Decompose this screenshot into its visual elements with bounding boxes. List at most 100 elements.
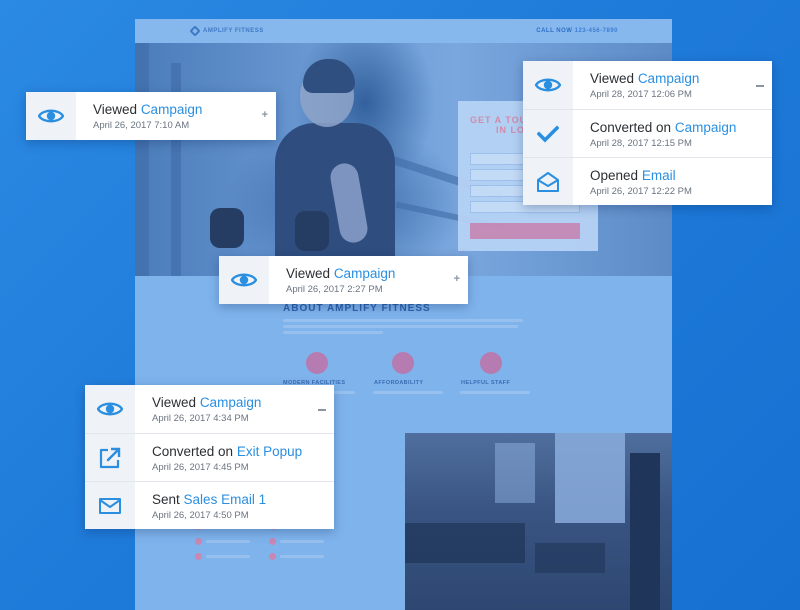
about-text [283, 331, 383, 334]
activity-text: Converted on Exit Popup April 26, 2017 4… [135, 434, 334, 481]
checklist-item [269, 553, 324, 560]
eye-icon [535, 78, 561, 92]
signup-title-line: IN LO [496, 125, 525, 135]
activity-text: Viewed Campaign April 26, 2017 7:10 AM [76, 92, 276, 140]
signup-title: GET A TOU IN LO [470, 115, 527, 135]
activity-icon-cell [219, 256, 269, 304]
call-now-label: CALL NOW [536, 28, 573, 34]
checklist-item [195, 553, 250, 560]
gym-window [495, 443, 535, 503]
activity-icon-cell [26, 92, 76, 140]
gym-window [555, 433, 625, 523]
phone-number: 123-456-7890 [574, 28, 618, 34]
activity-icon-cell [85, 434, 135, 481]
activity-timestamp: April 26, 2017 4:50 PM [152, 510, 249, 521]
minus-icon [756, 85, 764, 87]
activity-object-link[interactable]: Campaign [141, 102, 203, 117]
dumbbell-image [295, 211, 329, 251]
gym-machine [630, 453, 660, 610]
dumbbell-image [210, 208, 244, 248]
eye-icon [97, 402, 123, 416]
minus-icon [318, 409, 326, 411]
activity-object-link[interactable]: Exit Popup [237, 444, 302, 459]
activity-row[interactable]: Viewed Campaign April 26, 2017 4:34 PM − [85, 385, 334, 433]
activity-text: Viewed Campaign April 28, 2017 12:06 PM [573, 61, 772, 109]
activity-row[interactable]: Viewed Campaign April 28, 2017 12:06 PM … [523, 61, 772, 109]
about-text [283, 325, 518, 328]
gym-photo [405, 433, 672, 610]
activity-object-link[interactable]: Campaign [638, 71, 700, 86]
activity-verb: Viewed [590, 71, 635, 86]
activity-verb: Converted on [152, 444, 234, 459]
activity-title: Viewed Campaign [93, 102, 276, 118]
activity-object-link[interactable]: Campaign [334, 266, 396, 281]
activity-verb: Sent [152, 492, 180, 507]
about-heading: ABOUT AMPLIFY FITNESS [283, 303, 431, 314]
activity-text: Opened Email April 26, 2017 12:22 PM [573, 158, 772, 205]
checklist-item [195, 538, 250, 545]
activity-verb: Viewed [286, 266, 331, 281]
eye-icon [38, 109, 64, 123]
activity-title: Sent Sales Email 1 [152, 492, 334, 508]
brand-logo: AMPLIFY FITNESS [189, 25, 264, 37]
feature-icon [392, 352, 414, 374]
activity-timestamp: April 26, 2017 4:45 PM [152, 462, 249, 473]
activity-timestamp: April 26, 2017 12:22 PM [590, 186, 692, 197]
activity-row[interactable]: Viewed Campaign April 26, 2017 2:27 PM + [219, 256, 468, 304]
activity-title: Viewed Campaign [152, 395, 334, 411]
activity-row[interactable]: Opened Email April 26, 2017 12:22 PM [523, 157, 772, 205]
activity-verb: Viewed [152, 395, 197, 410]
activity-icon-cell [523, 110, 573, 157]
activity-card: Viewed Campaign April 26, 2017 2:27 PM + [219, 256, 468, 304]
brand-logo-icon [189, 25, 201, 37]
activity-icon-cell [85, 482, 135, 529]
gym-machine [535, 543, 605, 573]
activity-row[interactable]: Converted on Exit Popup April 26, 2017 4… [85, 433, 334, 481]
activity-card: Viewed Campaign April 26, 2017 7:10 AM + [26, 92, 276, 140]
activity-title: Converted on Exit Popup [152, 444, 334, 460]
activity-verb: Viewed [93, 102, 138, 117]
activity-timestamp: April 26, 2017 2:27 PM [286, 284, 383, 295]
activity-card: Viewed Campaign April 28, 2017 12:06 PM … [523, 61, 772, 205]
feature-text [460, 391, 530, 394]
activity-text: Viewed Campaign April 26, 2017 4:34 PM [135, 385, 334, 433]
activity-object-link[interactable]: Campaign [200, 395, 262, 410]
activity-row[interactable]: Sent Sales Email 1 April 26, 2017 4:50 P… [85, 481, 334, 529]
activity-icon-cell [523, 61, 573, 109]
landing-page-header: AMPLIFY FITNESS CALL NOW 123-456-7890 [135, 19, 672, 43]
activity-text: Viewed Campaign April 26, 2017 2:27 PM [269, 256, 468, 304]
feature-text [373, 391, 443, 394]
activity-title: Viewed Campaign [286, 266, 468, 282]
eye-icon [231, 273, 257, 287]
external-link-icon [99, 447, 121, 468]
activity-object-link[interactable]: Sales Email 1 [184, 492, 267, 507]
activity-title: Opened Email [590, 168, 772, 184]
activity-row[interactable]: Converted on Campaign April 28, 2017 12:… [523, 109, 772, 157]
hero-rack [135, 43, 149, 276]
signup-title-line: GET A TOU [470, 115, 528, 125]
signup-button-preview [470, 223, 580, 239]
activity-timestamp: April 26, 2017 4:34 PM [152, 413, 249, 424]
expand-toggle[interactable]: + [262, 110, 268, 121]
activity-icon-cell [85, 385, 135, 433]
activity-title: Converted on Campaign [590, 120, 772, 136]
checkmark-icon [537, 124, 559, 143]
feature-label: HELPFUL STAFF [461, 380, 511, 386]
about-text [283, 319, 523, 322]
hero-figure [303, 59, 355, 93]
feature-icon [480, 352, 502, 374]
expand-toggle[interactable]: + [454, 274, 460, 285]
activity-object-link[interactable]: Campaign [675, 120, 737, 135]
activity-timestamp: April 26, 2017 7:10 AM [93, 120, 190, 131]
brand-name: AMPLIFY FITNESS [203, 28, 264, 34]
envelope-icon [99, 497, 121, 514]
activity-verb: Converted on [590, 120, 672, 135]
activity-card: Viewed Campaign April 26, 2017 4:34 PM −… [85, 385, 334, 529]
envelope-open-icon [537, 171, 559, 192]
activity-text: Sent Sales Email 1 April 26, 2017 4:50 P… [135, 482, 334, 529]
call-now: CALL NOW 123-456-7890 [536, 28, 618, 34]
activity-object-link[interactable]: Email [642, 168, 676, 183]
feature-label: AFFORDABILITY [374, 380, 424, 386]
activity-row[interactable]: Viewed Campaign April 26, 2017 7:10 AM + [26, 92, 276, 140]
feature-icon [306, 352, 328, 374]
